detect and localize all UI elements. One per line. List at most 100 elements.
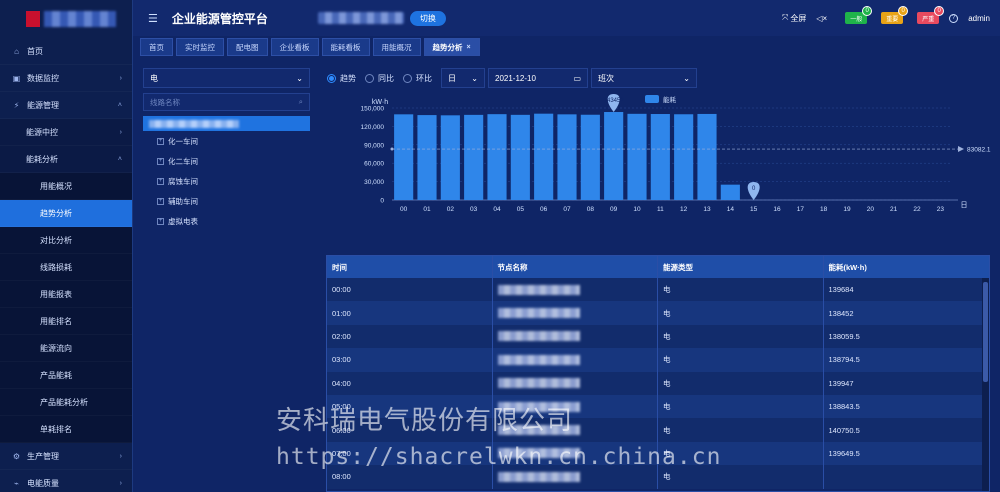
date-picker[interactable]: 2021-12-10 ▭ (488, 68, 588, 88)
bar[interactable] (580, 114, 600, 200)
watermark-company: 安科瑞电气股份有限公司 (276, 406, 574, 436)
shift-select[interactable]: 班次 ⌄ (591, 68, 697, 88)
energy-type-select[interactable]: 电 ⌄ (143, 68, 310, 88)
bar[interactable] (720, 184, 740, 200)
sidebar-item[interactable]: 能耗分析 ˄ (0, 146, 132, 173)
tree-node[interactable]: + 腐蚀车间 (143, 171, 310, 191)
alarm-badge-button[interactable]: 一般 0 (845, 6, 873, 24)
sidebar-item[interactable]: 用能报表 (0, 281, 132, 308)
switch-button[interactable]: 切换 (409, 10, 446, 26)
expand-icon[interactable]: + (157, 137, 164, 145)
sidebar-item[interactable]: 能源流向 (0, 335, 132, 362)
cell-consumption: 139684 (828, 285, 854, 295)
cell-energy-type: 电 (658, 324, 824, 349)
energy-type-value: 电 (150, 73, 158, 83)
alarm-badge-button[interactable]: 严重 0 (917, 6, 945, 24)
tree-node[interactable]: + 化二车间 (143, 151, 310, 171)
node-name-blurred (497, 471, 580, 482)
tab[interactable]: 实时监控 (176, 38, 224, 56)
x-tick-label: 10 (633, 206, 641, 213)
bar[interactable] (510, 114, 530, 200)
average-line-label: 83082.1 (967, 147, 991, 154)
x-tick-label: 02 (447, 206, 455, 213)
menu-toggle-icon[interactable]: ☰ (148, 12, 158, 25)
bar[interactable] (697, 113, 717, 200)
sidebar-item[interactable]: ⌂ 首页 (0, 38, 132, 65)
table-scrollbar[interactable] (982, 278, 989, 491)
sidebar-item[interactable]: 用能排名 (0, 308, 132, 335)
sidebar-item[interactable]: ⚙ 生产管理 › (0, 443, 132, 470)
alarm-count: 0 (934, 6, 945, 16)
expand-icon[interactable]: + (157, 157, 164, 165)
mode-radio[interactable]: 趋势 (327, 73, 356, 84)
sidebar-item[interactable]: 产品能耗 (0, 362, 132, 389)
cell-consumption: 138059.5 (828, 331, 860, 341)
bar[interactable] (604, 112, 624, 200)
sidebar-item[interactable]: 对比分析 (0, 227, 132, 254)
help-icon[interactable]: ? (949, 13, 959, 23)
expand-icon[interactable]: + (157, 177, 164, 185)
expand-icon[interactable]: + (157, 197, 164, 205)
mode-radio[interactable]: 同比 (365, 73, 394, 84)
sidebar-item[interactable]: 用能概况 (0, 173, 132, 200)
bar[interactable] (557, 114, 577, 200)
tree-node[interactable]: + 虚拟电表 (143, 211, 310, 231)
legend-swatch[interactable] (645, 95, 659, 103)
bar[interactable] (417, 115, 437, 200)
sidebar-item[interactable]: ▣ 数据监控 › (0, 65, 132, 92)
sidebar-item-label: 电能质量 (27, 478, 59, 488)
bar[interactable] (394, 114, 414, 200)
tree-node[interactable]: + 化一车间 (143, 131, 310, 151)
radio-circle-icon (403, 73, 412, 83)
bar[interactable] (650, 114, 670, 200)
close-icon[interactable]: × (467, 44, 471, 51)
table-row[interactable]: 02:00 电 138059.5 (327, 324, 989, 349)
alarm-badge-button[interactable]: 重要 0 (881, 6, 909, 24)
bar[interactable] (534, 113, 554, 200)
tab[interactable]: 用能概况 (372, 38, 421, 56)
table-row[interactable]: 04:00 电 139947 (327, 371, 989, 395)
tree-children: + 化一车间 + 化二车间 + 腐蚀车间 + 辅助车间 + 虚拟电表 (143, 131, 310, 231)
cell-energy-type: 电 (658, 301, 824, 325)
user-name[interactable]: admin (968, 14, 990, 23)
sidebar-item-label: 用能排名 (40, 316, 72, 326)
sidebar-item[interactable]: ⌁ 电能质量 › (0, 470, 132, 492)
tree-root-node[interactable] (143, 116, 310, 131)
tab[interactable]: 首页 (140, 38, 173, 56)
tab-label: 企业看板 (279, 42, 310, 52)
sidebar-item[interactable]: ⚡ 能源管理 ˄ (0, 92, 132, 119)
line-search-input[interactable]: 线路名称 ⌕ (143, 93, 310, 111)
bar[interactable] (440, 115, 460, 200)
top-bar: ☰ 企业能源管控平台 切换 ⤧ 全屏 ◁× 一般 0 重要 0 严重 0 ? admin (133, 0, 1000, 36)
fullscreen-button[interactable]: ⤧ 全屏 (782, 13, 806, 24)
table-row[interactable]: 00:00 电 139684 (327, 278, 989, 302)
tab[interactable]: 企业看板 (270, 38, 319, 56)
sidebar-item[interactable]: 趋势分析 (0, 200, 132, 227)
sidebar-item[interactable]: 能源中控 › (0, 119, 132, 146)
sidebar-item[interactable]: 线路损耗 (0, 254, 132, 281)
scrollbar-thumb[interactable] (983, 282, 988, 382)
x-tick-label: 05 (517, 206, 525, 213)
trend-chart: kW·h 150,000 120,000 90,000 60,000 30,000 0 00 0… (340, 94, 1000, 214)
bar[interactable] (627, 113, 647, 200)
sidebar-item[interactable]: 单耗排名 (0, 416, 132, 443)
x-tick-label: 13 (703, 206, 711, 213)
period-select[interactable]: 日 ⌄ (441, 68, 485, 88)
bar[interactable] (464, 114, 484, 200)
sidebar-item[interactable]: 产品能耗分析 (0, 389, 132, 416)
home-icon: ⌂ (14, 46, 19, 56)
table-row[interactable]: 03:00 电 138794.5 (327, 348, 989, 372)
filter-bar: 趋势 同比 环比 日 ⌄ 2021-12-10 ▭ 班次 ⌄ (327, 68, 697, 88)
chevron-down-icon: ⌄ (471, 73, 478, 83)
tree-node[interactable]: + 辅助车间 (143, 191, 310, 211)
mode-radio[interactable]: 环比 (403, 73, 432, 84)
alarm-label: 严重 (922, 16, 935, 23)
tab[interactable]: 趋势分析 × (423, 38, 480, 56)
bar[interactable] (487, 114, 507, 200)
bar[interactable] (674, 114, 694, 200)
table-row[interactable]: 01:00 电 138452 (327, 301, 989, 325)
tab[interactable]: 配电图 (227, 38, 268, 56)
mute-button[interactable]: ◁× (816, 14, 827, 23)
tab[interactable]: 能耗看板 (321, 38, 370, 56)
expand-icon[interactable]: + (157, 217, 164, 225)
